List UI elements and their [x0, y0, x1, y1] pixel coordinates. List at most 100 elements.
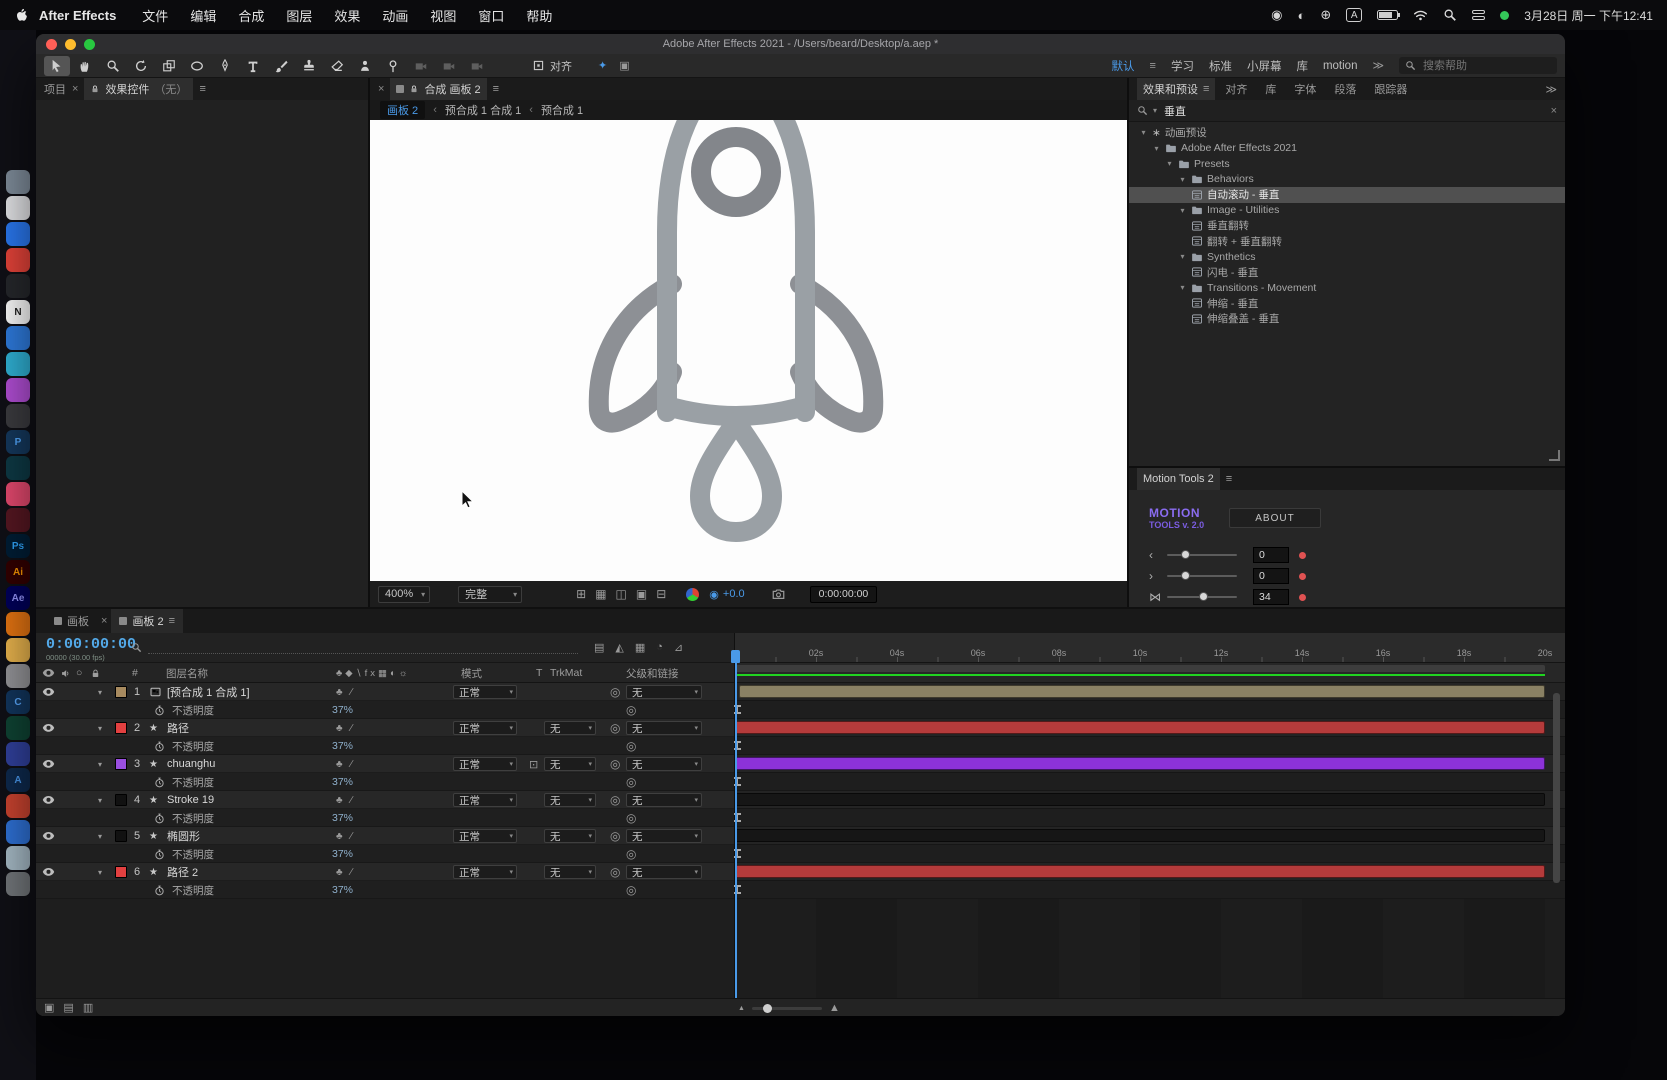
transfer-controls-icon[interactable]: ▥	[83, 1001, 93, 1014]
layer-row[interactable]: ▾ 4 ★ Stroke 19 ♣∕ 正常 ▾ 无 ▾ ◎ 无 ▾	[36, 791, 734, 809]
layer-name[interactable]: chuanghu	[167, 755, 215, 773]
stopwatch-icon[interactable]	[154, 809, 165, 827]
active-app-name[interactable]: After Effects	[39, 8, 116, 23]
opacity-row[interactable]: 不透明度 37% ◎	[36, 845, 734, 863]
dock-app-09[interactable]	[6, 378, 30, 402]
brush-tool[interactable]	[268, 56, 294, 76]
tree-folder[interactable]: ▾ Synthetics	[1129, 249, 1565, 265]
timeline-ruler[interactable]: 02s 04s 06s 08s 10s 12s 14s 16s 18s 20s	[731, 633, 1565, 663]
snap-group[interactable]: 对齐	[532, 58, 572, 74]
layer-color-swatch[interactable]	[115, 758, 127, 770]
offset-left-control[interactable]: ‹ 0	[1129, 546, 1565, 564]
stopwatch-icon[interactable]	[154, 773, 165, 791]
header-mode[interactable]: 模式	[461, 663, 482, 683]
tabs-overflow-icon[interactable]: ≫	[1545, 83, 1557, 96]
screen-share-icon[interactable]	[1500, 10, 1510, 20]
wifi-icon[interactable]	[1413, 8, 1428, 23]
layer-switches[interactable]: ♣∕	[336, 755, 360, 773]
tab-3[interactable]: 字体	[1294, 81, 1316, 97]
layer-trkmat-dropdown[interactable]: 无 ▾	[544, 757, 596, 771]
dock-app-04[interactable]	[6, 248, 30, 272]
twirl-icon[interactable]: ▾	[1178, 175, 1187, 184]
opacity-pickwhip-icon[interactable]: ◎	[626, 737, 636, 755]
layer-visibility-toggle[interactable]	[42, 827, 55, 845]
mask-visibility-icon[interactable]: ◫	[616, 587, 627, 601]
tab-timeline-huaban[interactable]: 画板	[46, 609, 97, 633]
shape-tool[interactable]	[184, 56, 210, 76]
tab-5[interactable]: 跟踪器	[1374, 81, 1407, 97]
opacity-value[interactable]: 37%	[332, 809, 353, 827]
squash-control[interactable]: ⋈ 34	[1129, 588, 1565, 606]
expand-layers-icon[interactable]: ▣	[44, 1001, 54, 1014]
stopwatch-icon[interactable]	[154, 845, 165, 863]
opacity-row[interactable]: 不透明度 37% ◎	[36, 773, 734, 791]
dock-app-21[interactable]: C	[6, 690, 30, 714]
layer-duration-bar[interactable]	[735, 865, 1545, 878]
dock-app-11[interactable]: P	[6, 430, 30, 454]
dock-app-13[interactable]	[6, 482, 30, 506]
tree-preset[interactable]: 伸缩 - 垂直	[1129, 296, 1565, 312]
input-source-icon[interactable]: A	[1346, 8, 1363, 22]
opacity-value[interactable]: 37%	[332, 773, 353, 791]
panel-resize-grip[interactable]	[1549, 450, 1560, 461]
parent-pickwhip-icon[interactable]: ◎	[610, 719, 620, 737]
dock-app-03[interactable]	[6, 222, 30, 246]
opacity-row[interactable]: 不透明度 37% ◎	[36, 737, 734, 755]
layer-duration-bar[interactable]	[735, 829, 1545, 842]
timeline-zoom-control[interactable]: ▲ ▲	[738, 1002, 840, 1014]
workspace-motion[interactable]: motion	[1323, 60, 1358, 72]
workspace-默认[interactable]: 默认	[1112, 58, 1135, 74]
guides-options-icon[interactable]: ⊟	[656, 587, 666, 601]
dock-app-notion[interactable]: N	[6, 300, 30, 324]
layer-duration-bar[interactable]	[735, 757, 1545, 770]
opacity-pickwhip-icon[interactable]: ◎	[626, 809, 636, 827]
pen-tool[interactable]	[212, 56, 238, 76]
parent-pickwhip-icon[interactable]: ◎	[610, 827, 620, 845]
layer-visibility-toggle[interactable]	[42, 863, 55, 881]
layer-twirl[interactable]: ▾	[98, 719, 102, 737]
offset-left-control-value[interactable]: 0	[1253, 547, 1289, 563]
layer-color-swatch[interactable]	[115, 830, 127, 842]
layer-parent-dropdown[interactable]: 无 ▾	[626, 685, 702, 699]
breadcrumb-item[interactable]: 预合成 1 合成 1	[445, 102, 521, 118]
work-area-bar[interactable]	[735, 665, 1545, 672]
layer-row[interactable]: ▾ 3 ★ chuanghu ♣∕ 正常 ▾ ⊡ 无 ▾ ◎ 无 ▾	[36, 755, 734, 773]
dock-app-23[interactable]	[6, 742, 30, 766]
dock-app-photoshop[interactable]: Ps	[6, 534, 30, 558]
layer-trkmat-dropdown[interactable]: 无 ▾	[544, 865, 596, 879]
squash-control-slider[interactable]	[1167, 592, 1237, 601]
timeline-search-input[interactable]	[148, 640, 578, 654]
menu-item-5[interactable]: 效果	[334, 6, 360, 25]
status-globe-icon[interactable]: ⊕	[1320, 7, 1331, 23]
roto-brush-tool[interactable]	[352, 56, 378, 76]
layer-mode-dropdown[interactable]: 正常 ▾	[453, 865, 517, 879]
opacity-pickwhip-icon[interactable]: ◎	[626, 701, 636, 719]
zoom-window-button[interactable]	[84, 38, 95, 50]
region-of-interest-icon[interactable]: ▣	[636, 587, 647, 601]
menu-item-8[interactable]: 窗口	[478, 6, 504, 25]
close-tab-icon[interactable]: ×	[101, 615, 107, 627]
dock-app-10[interactable]	[6, 404, 30, 428]
transparency-grid-icon[interactable]: ▦	[595, 587, 606, 601]
panel-menu-icon[interactable]: ≡	[1203, 83, 1209, 95]
layer-color-swatch[interactable]	[115, 686, 127, 698]
shy-icon[interactable]: ◭	[615, 641, 623, 654]
video-column-icon[interactable]	[42, 663, 55, 683]
twirl-icon[interactable]: ▾	[1178, 283, 1187, 292]
layer-name[interactable]: 路径 2	[167, 863, 198, 881]
panel-menu-icon[interactable]: ≡	[1226, 473, 1232, 485]
menu-item-9[interactable]: 帮助	[526, 6, 552, 25]
offset-right-control-icon[interactable]: ›	[1149, 569, 1153, 583]
layer-mode-dropdown[interactable]: 正常 ▾	[453, 757, 517, 771]
trkmat-toggle-icon[interactable]: ⊡	[529, 755, 538, 773]
layer-mode-dropdown[interactable]: 正常 ▾	[453, 829, 517, 843]
layer-twirl[interactable]: ▾	[98, 683, 102, 701]
parent-pickwhip-icon[interactable]: ◎	[610, 683, 620, 701]
quality-icon[interactable]: ▤	[594, 641, 604, 654]
solo-column-icon[interactable]: ○	[76, 663, 82, 683]
workspace-标准[interactable]: 标准	[1209, 58, 1232, 74]
layer-visibility-toggle[interactable]	[42, 683, 55, 701]
tree-root[interactable]: ▾ ∗ 动画预设	[1129, 125, 1565, 141]
twirl-icon[interactable]: ▾	[1152, 144, 1161, 153]
presets-search-input[interactable]	[1162, 103, 1546, 118]
